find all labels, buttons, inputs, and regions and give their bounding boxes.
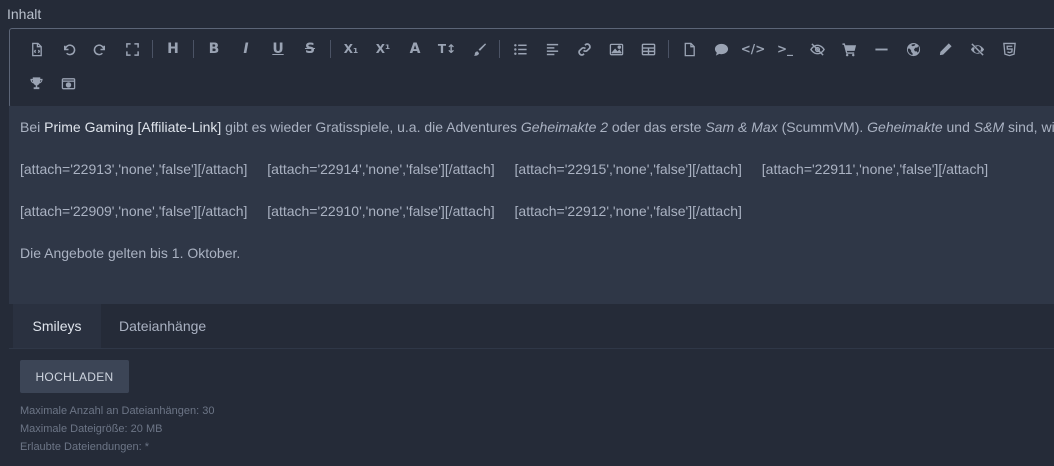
allowed-extensions-hint: Erlaubte Dateiendungen: *: [20, 441, 150, 453]
editor-content[interactable]: Bei Prime Gaming [Affiliate-Link] gibt e…: [9, 106, 1054, 304]
code-icon[interactable]: </>: [737, 36, 769, 62]
content-paragraph: Bei Prime Gaming [Affiliate-Link] gibt e…: [20, 119, 1054, 135]
undo-icon[interactable]: [52, 36, 84, 62]
field-label: Inhalt: [7, 6, 42, 22]
source-code-icon[interactable]: [20, 36, 52, 62]
max-attachments-hint: Maximale Anzahl an Dateianhängen: 30: [20, 405, 215, 417]
content-paragraph: Die Angebote gelten bis 1. Oktober.: [20, 245, 241, 261]
toolbar-separator: [330, 40, 331, 58]
attachment-row: [attach='22913','none','false'][/attach]…: [20, 161, 1004, 177]
globe-icon[interactable]: [897, 36, 929, 62]
toolbar-row-2: [20, 70, 84, 96]
toolbar-separator: [152, 40, 153, 58]
attachment-tag: [attach='22914','none','false'][/attach]: [267, 161, 495, 177]
media-icon[interactable]: [52, 70, 84, 96]
attachment-tag: [attach='22913','none','false'][/attach]: [20, 161, 248, 177]
cart-icon[interactable]: [833, 36, 865, 62]
toolbar-separator: [668, 40, 669, 58]
page-icon[interactable]: [673, 36, 705, 62]
upload-button[interactable]: HOCHLADEN: [20, 360, 129, 393]
html5-icon[interactable]: [993, 36, 1025, 62]
attachment-tag: [attach='22912','none','false'][/attach]: [514, 203, 742, 219]
attachment-row: [attach='22909','none','false'][/attach]…: [20, 203, 758, 219]
italic-icon[interactable]: I: [230, 36, 262, 62]
superscript-icon[interactable]: X¹: [367, 36, 399, 62]
font-icon[interactable]: A: [399, 36, 431, 62]
underline-icon[interactable]: U: [262, 36, 294, 62]
table-icon[interactable]: [632, 36, 664, 62]
fullscreen-icon[interactable]: [116, 36, 148, 62]
spoiler-icon[interactable]: [801, 36, 833, 62]
max-filesize-hint: Maximale Dateigröße: 20 MB: [20, 423, 163, 435]
align-left-icon[interactable]: [536, 36, 568, 62]
toolbar-separator: [499, 40, 500, 58]
attachment-tag: [attach='22910','none','false'][/attach]: [267, 203, 495, 219]
pencil-icon[interactable]: [929, 36, 961, 62]
toolbar-row-1: H B I U S X₁ X¹ A T↕ </> >_: [20, 36, 1025, 62]
editor-toolbar-box: H B I U S X₁ X¹ A T↕ </> >_: [9, 28, 1054, 108]
tab-dateianhaenge[interactable]: Dateianhänge: [119, 304, 206, 348]
tab-smileys[interactable]: Smileys: [13, 304, 101, 348]
terminal-icon[interactable]: >_: [769, 36, 801, 62]
strikethrough-icon[interactable]: S: [294, 36, 326, 62]
attachment-tag: [attach='22911','none','false'][/attach]: [761, 161, 989, 177]
bold-icon[interactable]: B: [198, 36, 230, 62]
font-size-icon[interactable]: T↕: [431, 36, 463, 62]
link-icon[interactable]: [568, 36, 600, 62]
editor-toolbar: H B I U S X₁ X¹ A T↕ </> >_: [10, 29, 1054, 107]
eye-slash-icon[interactable]: [961, 36, 993, 62]
list-icon[interactable]: [504, 36, 536, 62]
image-icon[interactable]: [600, 36, 632, 62]
horizontal-rule-icon[interactable]: [865, 36, 897, 62]
attachment-tag: [attach='22915','none','false'][/attach]: [514, 161, 742, 177]
subscript-icon[interactable]: X₁: [335, 36, 367, 62]
quote-icon[interactable]: [705, 36, 737, 62]
trophy-icon[interactable]: [20, 70, 52, 96]
paint-brush-icon[interactable]: [463, 36, 495, 62]
heading-icon[interactable]: H: [157, 36, 189, 62]
attachment-tabs: Smileys Dateianhänge: [9, 304, 1054, 349]
toolbar-separator: [193, 40, 194, 58]
redo-icon[interactable]: [84, 36, 116, 62]
attachment-tag: [attach='22909','none','false'][/attach]: [20, 203, 248, 219]
affiliate-link[interactable]: Prime Gaming [Affiliate-Link]: [44, 119, 221, 135]
